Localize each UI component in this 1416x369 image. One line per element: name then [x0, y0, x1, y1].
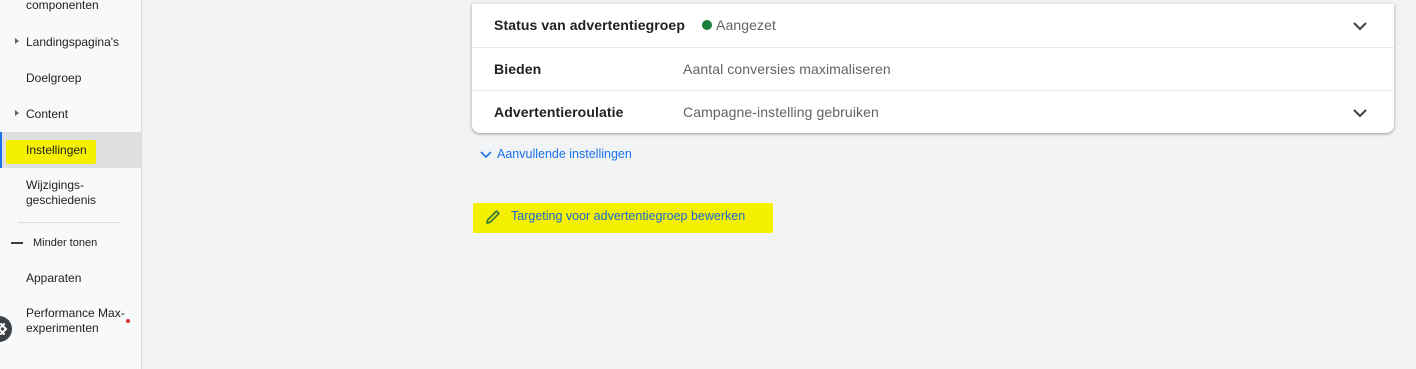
bidding-row[interactable]: Bieden Aantal conversies maximaliseren [472, 47, 1394, 90]
sidebar-item-apparaten[interactable]: Apparaten [0, 260, 141, 296]
sidebar-item-componenten[interactable]: componenten [0, 0, 141, 16]
sidebar-item-label-line2: geschiedenis [26, 193, 97, 207]
sidebar-item-instellingen[interactable]: Instellingen [0, 132, 141, 168]
status-value: Aangezet [716, 17, 776, 33]
chevron-down-icon[interactable] [1352, 105, 1368, 121]
sidebar-item-label: Content [26, 107, 69, 121]
sidebar-item-content[interactable]: Content [0, 96, 141, 132]
status-row[interactable]: Status van advertentiegroep Aangezet [472, 4, 1394, 47]
additional-settings-label: Aanvullende instellingen [497, 147, 632, 161]
chevron-down-icon [480, 151, 492, 159]
sidebar-item-label-line1: Wijzigings- [26, 178, 85, 192]
ad-rotation-row[interactable]: Advertentieroulatie Campagne-instelling … [472, 90, 1394, 133]
chevron-down-icon[interactable] [1352, 18, 1368, 34]
sidebar: componenten Landingspagina's Doelgroep C… [0, 0, 142, 369]
sidebar-item-label: Apparaten [26, 271, 82, 285]
show-less-label: Minder tonen [33, 237, 98, 249]
ad-rotation-value: Campagne-instelling gebruiken [683, 104, 879, 120]
sidebar-item-label: Instellingen [26, 143, 87, 157]
sidebar-item-label: Landingspagina's [26, 35, 120, 49]
bidding-value: Aantal conversies maximaliseren [683, 61, 891, 77]
settings-card: Status van advertentiegroep Aangezet Bie… [472, 4, 1394, 133]
collapse-button[interactable] [0, 316, 12, 342]
sidebar-item-performance-max-experimenten[interactable]: Performance Max- experimenten [0, 300, 141, 340]
status-label: Status van advertentiegroep [494, 17, 685, 33]
sidebar-item-label: componenten [26, 0, 99, 12]
ad-rotation-label: Advertentieroulatie [494, 104, 624, 120]
sidebar-item-wijzigingsgeschiedenis[interactable]: Wijzigings- geschiedenis [0, 172, 141, 212]
sidebar-item-label-line1: Performance Max- [26, 306, 125, 320]
new-indicator-dot [126, 319, 130, 323]
close-icon [0, 323, 8, 335]
sidebar-item-label: Doelgroep [26, 71, 82, 85]
edit-targeting-label: Targeting voor advertentiegroep bewerken [511, 209, 746, 223]
caret-right-icon [15, 38, 19, 44]
bidding-label: Bieden [494, 61, 542, 77]
pencil-icon [486, 210, 500, 224]
show-less-toggle[interactable]: Minder tonen [0, 230, 141, 256]
caret-right-icon [15, 110, 19, 116]
status-dot-icon [702, 20, 712, 30]
sidebar-item-label-line2: experimenten [26, 321, 99, 335]
sidebar-divider [18, 222, 120, 223]
minus-icon [11, 242, 23, 244]
sidebar-item-landingspaginas[interactable]: Landingspagina's [0, 24, 141, 60]
sidebar-item-doelgroep[interactable]: Doelgroep [0, 60, 141, 96]
